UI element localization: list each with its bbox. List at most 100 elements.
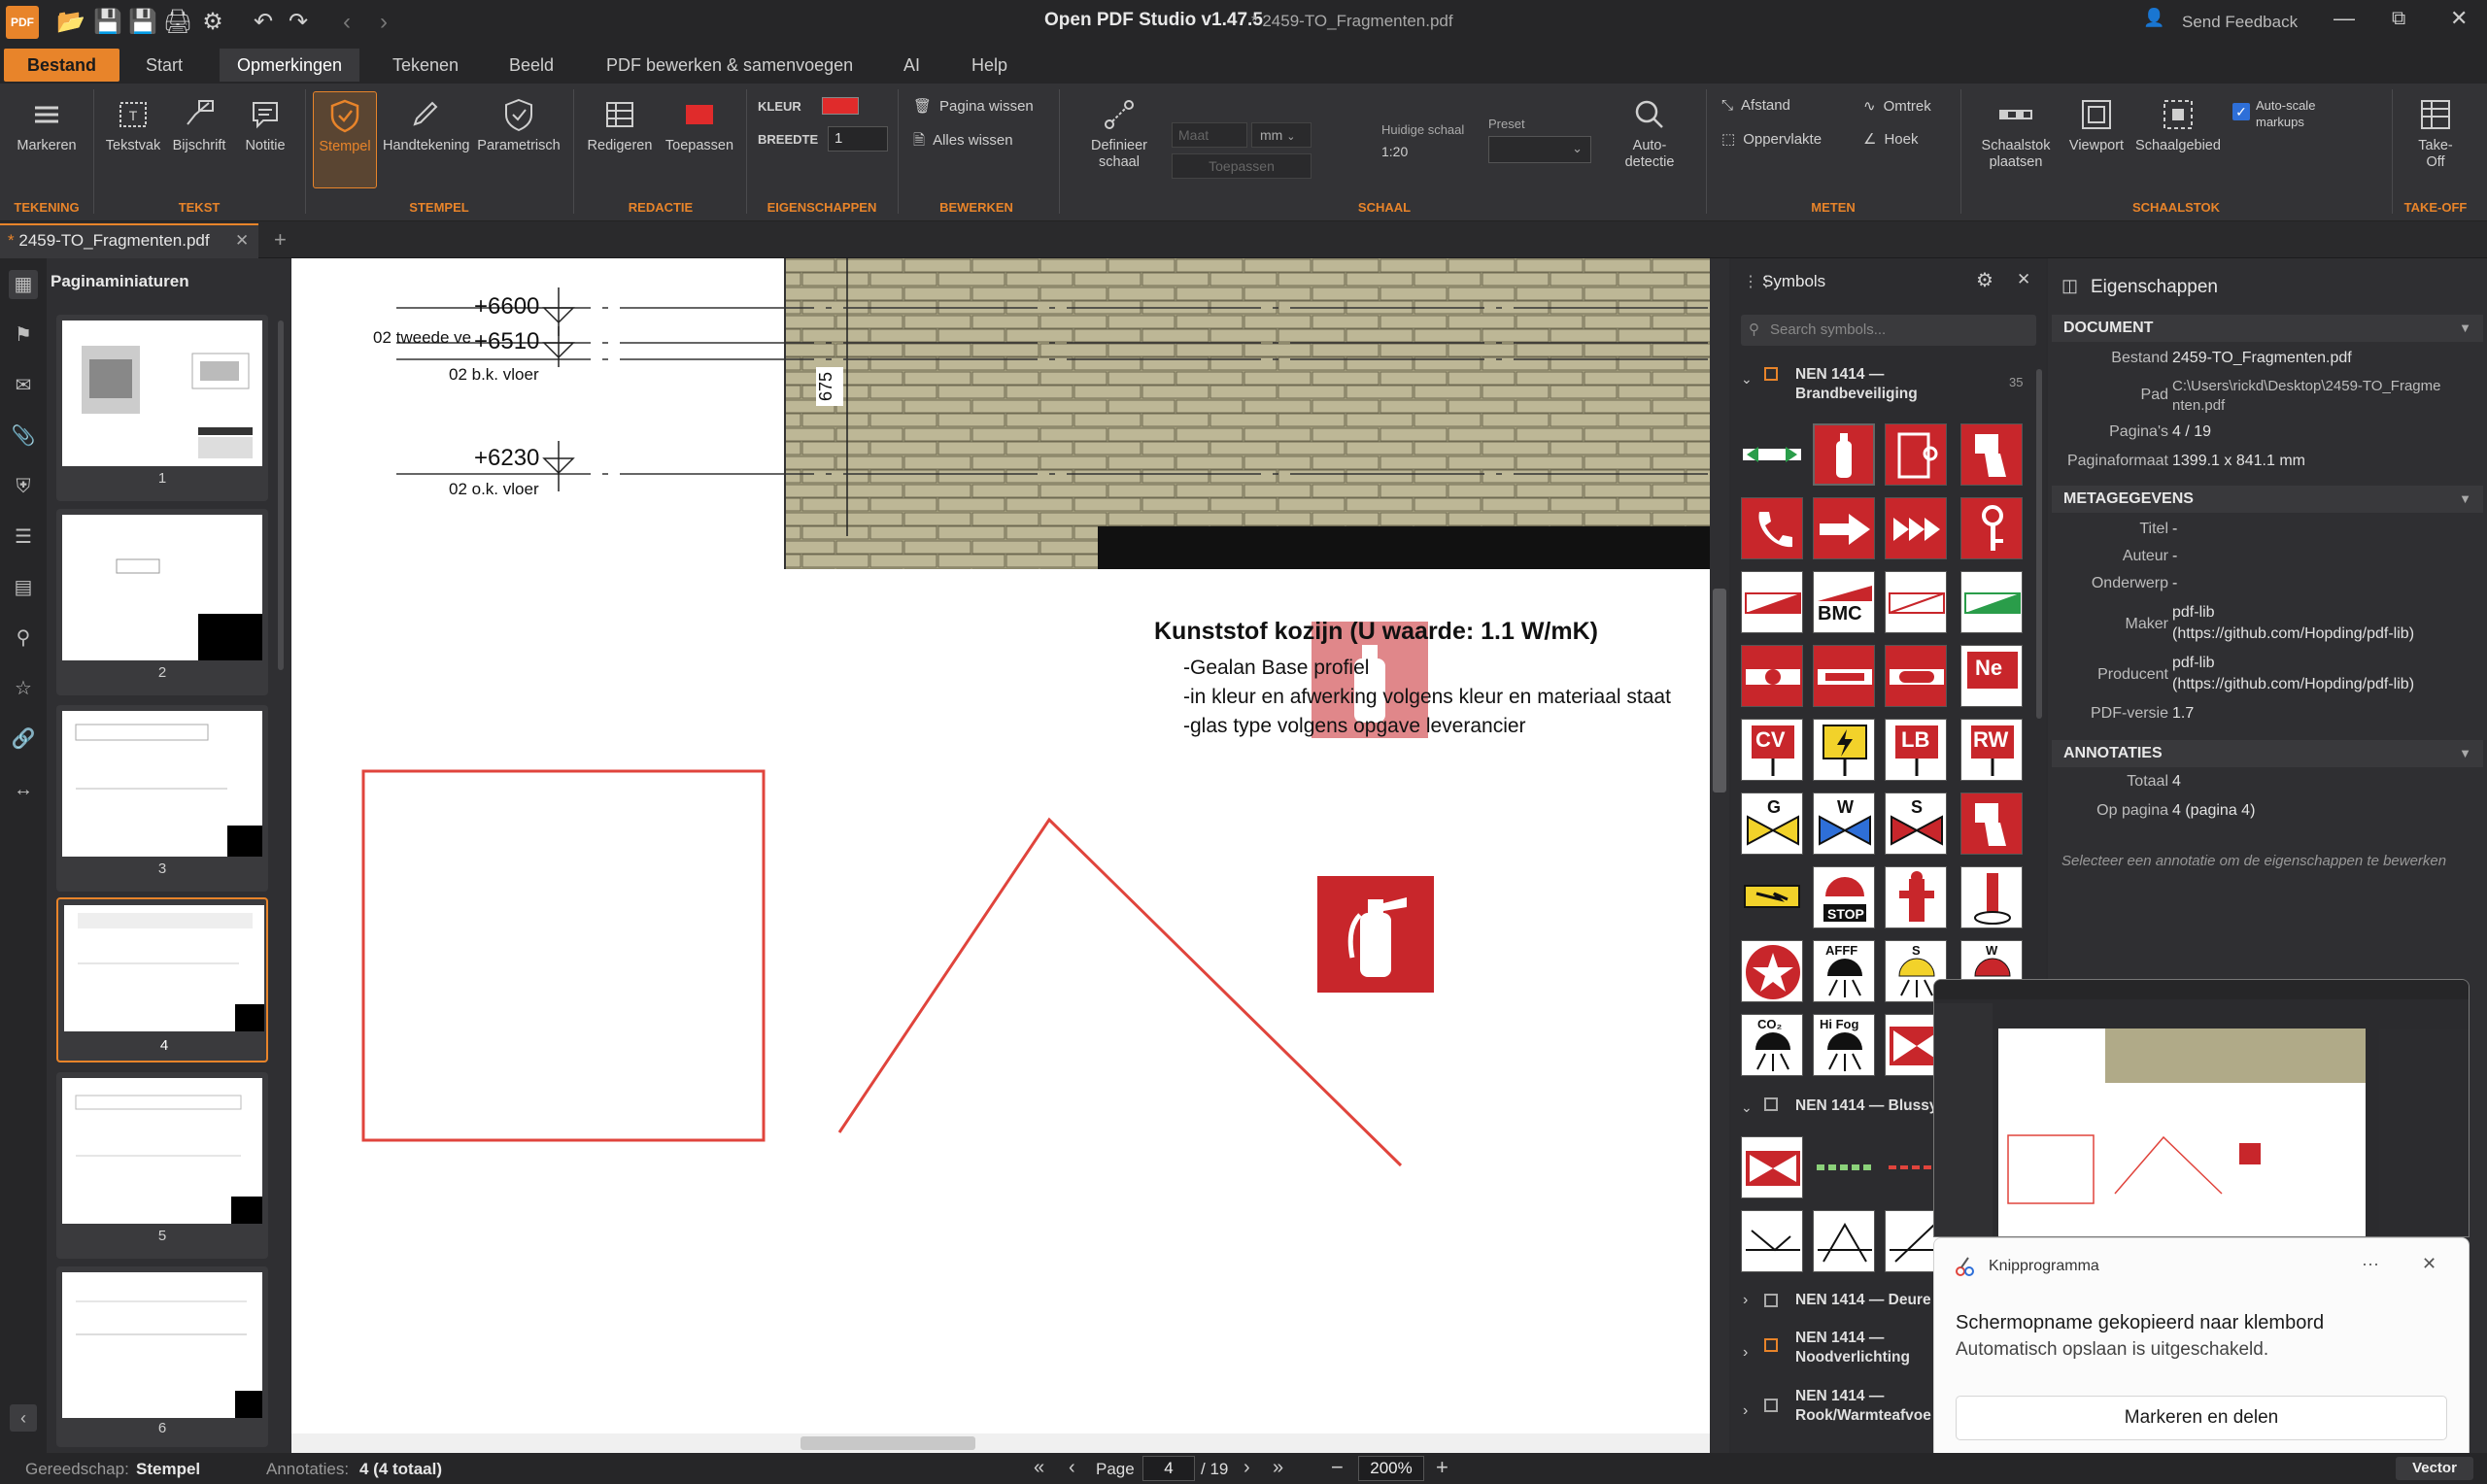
user-icon[interactable]: 👤 — [2143, 8, 2164, 28]
chevron-right-icon[interactable]: › — [1743, 1344, 1748, 1362]
minimize-button[interactable]: — — [2334, 6, 2355, 31]
next-page-button[interactable]: › — [1244, 1457, 1250, 1479]
redigeren-button[interactable]: Redigeren — [583, 91, 657, 173]
first-page-button[interactable]: « — [1034, 1457, 1044, 1479]
toast-more-button[interactable]: ··· — [2362, 1254, 2379, 1274]
symbol-group-2[interactable]: NEN 1414 — Blussy — [1795, 1097, 1937, 1115]
thumbnails-icon[interactable]: ▦ — [9, 270, 38, 299]
symbol-pump[interactable] — [1741, 645, 1803, 707]
measure-icon[interactable]: ↔ — [9, 775, 38, 804]
symbol-fire-extinguisher[interactable] — [1813, 423, 1875, 486]
thumbnail-page-5[interactable]: 5 — [56, 1072, 268, 1259]
symbol-blus-cross[interactable] — [1741, 1136, 1803, 1198]
symbol-key[interactable] — [1960, 497, 2023, 559]
document-canvas[interactable]: +6600 02 tweede ve +6510 02 b.k. vloer +… — [291, 258, 1729, 1453]
symbol-group-4[interactable]: NEN 1414 — Noodverlichting — [1795, 1329, 1910, 1367]
chevron-down-icon[interactable]: ⌄ — [1741, 371, 1753, 388]
symbol-group-1[interactable]: NEN 1414 — Brandbeveiliging — [1795, 365, 1918, 404]
symbol-valve-g[interactable]: G — [1741, 793, 1803, 855]
pagina-wissen-button[interactable]: 🗑 Pagina wissen — [913, 97, 1034, 115]
open-folder-icon[interactable]: 📂 — [54, 6, 87, 39]
nav-back-icon[interactable]: ‹ — [330, 6, 363, 39]
zoom-input[interactable]: 200% — [1358, 1456, 1424, 1481]
canvas-horizontal-scrollbar[interactable] — [291, 1433, 1710, 1453]
attachment-icon[interactable]: 📎 — [9, 422, 38, 451]
tab-beeld[interactable]: Beeld — [499, 49, 563, 82]
chevron-right-icon[interactable]: › — [1743, 1292, 1748, 1309]
tab-ai[interactable]: AI — [894, 49, 930, 82]
afstand-button[interactable]: ⤡ Afstand — [1721, 97, 1790, 114]
close-window-button[interactable]: ✕ — [2450, 6, 2468, 31]
canvas-vertical-scrollbar[interactable] — [1710, 258, 1729, 1453]
toepassen-button[interactable]: Toepassen — [661, 91, 738, 173]
new-tab-button[interactable]: + — [274, 227, 287, 253]
chevron-right-icon[interactable]: › — [1743, 1402, 1748, 1420]
unit-select[interactable]: mm ⌄ — [1251, 122, 1312, 148]
gear-icon[interactable]: ⚙ — [196, 6, 229, 39]
render-mode-badge[interactable]: Vector — [2396, 1457, 2473, 1480]
symbol-valve-w[interactable]: W — [1813, 793, 1875, 855]
undo-icon[interactable]: ↶ — [247, 6, 280, 39]
thumbnail-page-6[interactable]: 6 — [56, 1266, 268, 1447]
take-off-button[interactable]: Take- Off — [2400, 91, 2471, 173]
snipping-tool-toast[interactable]: Knipprogramma ··· ✕ Schermopname gekopie… — [1933, 1237, 2470, 1463]
location-pin-icon[interactable]: ⚲ — [9, 624, 38, 653]
symbol-sprinkler-head[interactable] — [1960, 866, 2023, 928]
symbol-exit-arrow[interactable] — [1741, 423, 1803, 486]
tab-pdf-bewerken[interactable]: PDF bewerken & samenvoegen — [596, 49, 863, 82]
markeren-en-delen-button[interactable]: Markeren en delen — [1956, 1396, 2447, 1440]
hoek-button[interactable]: ∠ Hoek — [1863, 130, 1918, 148]
omtrek-button[interactable]: ∿ Omtrek — [1863, 97, 1931, 115]
symbol-hydrant[interactable] — [1885, 866, 1947, 928]
bookmark-icon[interactable]: ⚑ — [9, 320, 38, 350]
nav-forward-icon[interactable]: › — [367, 6, 400, 39]
zoom-in-button[interactable]: + — [1436, 1455, 1448, 1480]
preset-select[interactable]: ⌄ — [1488, 136, 1591, 163]
symbol-co2[interactable]: CO₂ — [1741, 1014, 1803, 1076]
redo-icon[interactable]: ↷ — [282, 6, 315, 39]
scroll-thumb[interactable] — [801, 1436, 975, 1450]
kleur-swatch[interactable] — [822, 97, 859, 115]
tab-tekenen[interactable]: Tekenen — [383, 49, 468, 82]
breedte-input[interactable]: 1 — [828, 126, 888, 152]
close-icon[interactable]: ✕ — [2017, 270, 2030, 289]
symbol-lb[interactable]: LB — [1885, 719, 1947, 781]
chevron-down-icon[interactable]: ⌄ — [1741, 1099, 1753, 1116]
stempel-button[interactable]: Stempel — [313, 91, 377, 188]
symbol-group-5[interactable]: NEN 1414 — Rook/Warmteafvoe — [1795, 1387, 1931, 1426]
section-document[interactable]: DOCUMENT ▼ — [2052, 315, 2483, 342]
thumbnail-page-4-selected[interactable]: 4 — [56, 897, 268, 1062]
search-input[interactable]: ⚲ Search symbols... — [1741, 315, 2036, 346]
autoscale-checkbox[interactable]: ✓ — [2232, 103, 2250, 120]
tab-opmerkingen[interactable]: Opmerkingen — [220, 49, 360, 82]
section-metagegevens[interactable]: METAGEGEVENS ▼ — [2052, 486, 2483, 513]
symbol-blus-arrow-1[interactable] — [1741, 1210, 1803, 1272]
symbol-hi-fog[interactable]: Hi Fog — [1813, 1014, 1875, 1076]
maximize-button[interactable]: ⧉ — [2392, 8, 2405, 30]
send-feedback-link[interactable]: Send Feedback — [2182, 13, 2298, 32]
symbol-double-arrow[interactable] — [1885, 497, 1947, 559]
save-icon[interactable]: 💾 — [91, 6, 124, 39]
symbols-scrollbar[interactable] — [2036, 369, 2042, 719]
symbol-alarm-button-2[interactable] — [1960, 793, 2023, 855]
schaalstok-plaatsen-button[interactable]: Schaalstok plaatsen — [1970, 91, 2061, 173]
layers-icon[interactable]: ☰ — [9, 523, 38, 552]
comment-icon[interactable]: ✉ — [9, 371, 38, 400]
form-icon[interactable]: ▤ — [9, 573, 38, 602]
symbol-group-3[interactable]: NEN 1414 — Deure — [1795, 1292, 1931, 1309]
snip-screenshot-preview[interactable] — [1933, 979, 2470, 1237]
symbol-bmc[interactable]: BMC — [1813, 571, 1875, 633]
symbol-pipe[interactable] — [1813, 645, 1875, 707]
schaalgebied-button[interactable]: Schaalgebied — [2131, 91, 2225, 173]
link-icon[interactable]: 🔗 — [9, 725, 38, 754]
save-as-icon[interactable]: 💾 — [126, 6, 159, 39]
symbol-electric[interactable] — [1813, 719, 1875, 781]
scroll-thumb[interactable] — [1713, 589, 1726, 793]
symbol-stop[interactable]: STOP — [1813, 866, 1875, 928]
symbol-red-diagonal-outline[interactable] — [1885, 571, 1947, 633]
symbol-tank[interactable] — [1885, 645, 1947, 707]
definieer-schaal-button[interactable]: Definieer schaal — [1080, 91, 1158, 173]
symbol-yellow-bar[interactable] — [1741, 866, 1803, 928]
gear-icon[interactable]: ⚙ — [1976, 268, 1993, 292]
close-tab-icon[interactable]: ✕ — [235, 225, 249, 256]
